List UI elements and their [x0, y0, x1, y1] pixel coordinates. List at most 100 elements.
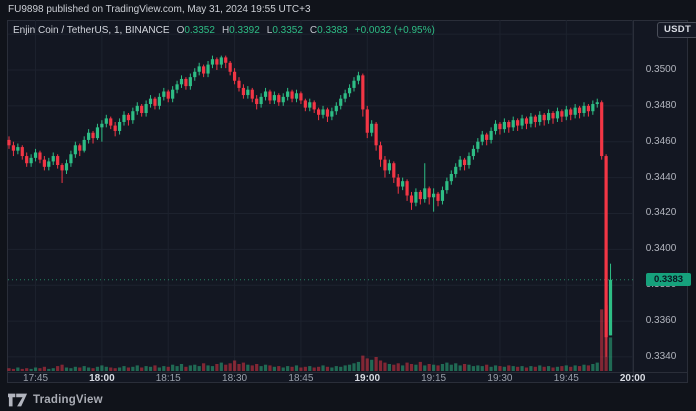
candle-body [118, 122, 121, 131]
ohlc-open: O0.3352 [177, 25, 215, 36]
candle-body [454, 167, 457, 174]
volume-bar [534, 367, 537, 371]
candle-body [538, 115, 541, 122]
candle-body [162, 91, 165, 96]
volume-bar [494, 365, 497, 371]
candle-body [211, 59, 214, 64]
candle-body [286, 91, 289, 96]
candle-body [410, 196, 413, 203]
candle-body [428, 188, 431, 197]
volume-bar [454, 363, 457, 371]
candle-body [47, 161, 50, 166]
volume-bar [313, 368, 316, 372]
volume-bar [180, 364, 183, 371]
volume-bar [175, 366, 178, 371]
volume-bar [38, 368, 41, 371]
candle-body [131, 111, 134, 120]
ohlc-low: L0.3352 [267, 25, 303, 36]
candle-body [140, 106, 143, 113]
volume-bar [304, 367, 307, 371]
volume-bar [118, 368, 121, 372]
candle-body [78, 145, 81, 150]
tradingview-logo[interactable]: TradingView [8, 393, 103, 407]
volume-bar [516, 367, 519, 371]
time-tick-label: 19:30 [487, 373, 512, 384]
volume-bar [485, 365, 488, 371]
volume-bar [268, 365, 271, 371]
candle-body [167, 91, 170, 98]
candle-body [574, 108, 577, 115]
volume-bar [7, 368, 10, 371]
volume-bar [344, 365, 347, 371]
candle-body [105, 118, 108, 123]
candle-body [582, 106, 585, 113]
candle-body [171, 90, 174, 99]
candle-body [587, 106, 590, 111]
volume-bar [145, 366, 148, 371]
volume-bar [105, 367, 108, 371]
volume-bar [401, 365, 404, 371]
volume-bar [229, 363, 232, 371]
volume-bar [507, 365, 510, 371]
candle-body [96, 127, 99, 138]
volume-bar [547, 366, 550, 371]
volume-bar [582, 365, 585, 371]
volume-bar [131, 367, 134, 371]
candle-body [153, 99, 156, 106]
candle-body [401, 181, 404, 186]
candle-body [441, 190, 444, 201]
volume-bar [237, 364, 240, 371]
candle-body [273, 95, 276, 100]
candle-body [224, 57, 227, 62]
volume-bar [383, 363, 386, 371]
volume-bar [520, 366, 523, 371]
candle-body [268, 91, 271, 100]
time-axis[interactable]: 17:4518:0018:1518:3018:4519:0019:1519:30… [0, 373, 696, 385]
candle-body [74, 145, 77, 154]
volume-bar [498, 366, 501, 371]
volume-bar [436, 365, 439, 371]
volume-bar [43, 367, 46, 371]
volume-bar [91, 368, 94, 371]
candle-body [543, 115, 546, 120]
currency-badge[interactable]: USDT [657, 22, 696, 38]
volume-bar [596, 363, 599, 371]
candle-body [83, 140, 86, 151]
volume-bar [450, 365, 453, 371]
volume-bar [357, 362, 360, 371]
candle-body [450, 174, 453, 181]
volume-bar [503, 367, 506, 371]
volume-bar [556, 367, 559, 371]
volume-bar [397, 363, 400, 371]
volume-bar [410, 364, 413, 371]
candlestick-chart[interactable] [0, 0, 696, 411]
candle-body [304, 100, 307, 107]
candle-body [383, 160, 386, 171]
candle-body [215, 59, 218, 64]
price-axis[interactable]: 0.35000.34800.34600.34400.34200.34000.33… [634, 20, 688, 372]
candle-body [16, 147, 19, 151]
candle-body [65, 163, 68, 170]
volume-bar [255, 364, 258, 371]
candle-body [158, 97, 161, 106]
candle-body [578, 108, 581, 113]
candle-body [149, 99, 152, 104]
candle-body [109, 118, 112, 125]
volume-bar [463, 364, 466, 371]
candle-body [560, 111, 563, 116]
candle-body [476, 142, 479, 149]
volume-bar [392, 365, 395, 371]
volume-bar [330, 368, 333, 372]
candle-body [290, 91, 293, 98]
price-tick-label: 0.3340 [634, 351, 688, 363]
volume-bar [569, 367, 572, 371]
candle-body [375, 124, 378, 146]
candle-body [507, 122, 510, 127]
volume-bar [419, 362, 422, 371]
volume-bar [242, 363, 245, 371]
volume-bar [459, 365, 462, 371]
volume-bar [189, 365, 192, 371]
volume-bar [74, 367, 77, 371]
volume-bar [184, 367, 187, 371]
tradingview-wordmark: TradingView [33, 394, 103, 406]
